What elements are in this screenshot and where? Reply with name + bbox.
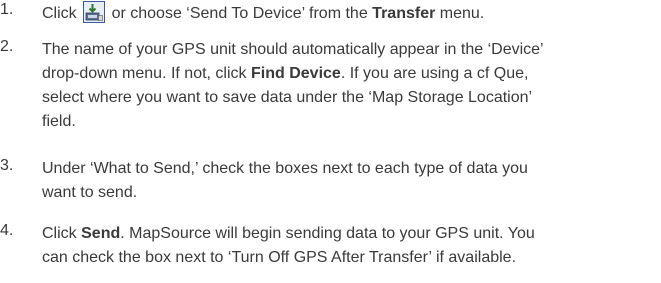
- step-text-line: select where you want to save data under…: [42, 89, 533, 106]
- step-text-segment: drop-down menu. If not, click: [42, 65, 247, 82]
- step-text-segment: . If you are using a cf Que,: [340, 65, 529, 82]
- step-text-segment: Click: [42, 225, 77, 242]
- send-to-device-icon: [83, 1, 106, 23]
- step-text-line: can check the box next to ‘Turn Off GPS …: [42, 249, 517, 266]
- step-text-line: The name of your GPS unit should automat…: [42, 41, 544, 58]
- step-text-line: Under ‘What to Send,’ check the boxes ne…: [42, 160, 528, 177]
- step-text-segment: menu.: [439, 5, 485, 22]
- step-number: 2.: [0, 38, 14, 55]
- step-number: 1.: [0, 1, 14, 18]
- step-number: 4.: [0, 222, 14, 239]
- step-text: Under ‘What to Send,’ check the boxes ne…: [42, 157, 657, 205]
- step-text-segment: or choose ‘Send To Device’ from the: [111, 5, 368, 22]
- step-text-segment: Click: [42, 5, 77, 22]
- step-text-line: want to send.: [42, 184, 138, 201]
- button-name-find-device: Find Device: [251, 65, 341, 82]
- button-name-send: Send: [81, 225, 121, 242]
- step-text: Click or choose ‘Send To Device’ from th…: [42, 1, 657, 25]
- menu-name-transfer: Transfer: [372, 5, 436, 22]
- step-text-line: field.: [42, 113, 76, 130]
- step-text-segment: . MapSource will begin sending data to y…: [120, 225, 535, 242]
- step-text: Click Send. MapSource will begin sending…: [42, 222, 657, 270]
- step-number: 3.: [0, 157, 14, 174]
- step-text: The name of your GPS unit should automat…: [42, 38, 657, 134]
- instruction-list: 1. Click or choose ‘Send To Device’ from…: [0, 0, 661, 283]
